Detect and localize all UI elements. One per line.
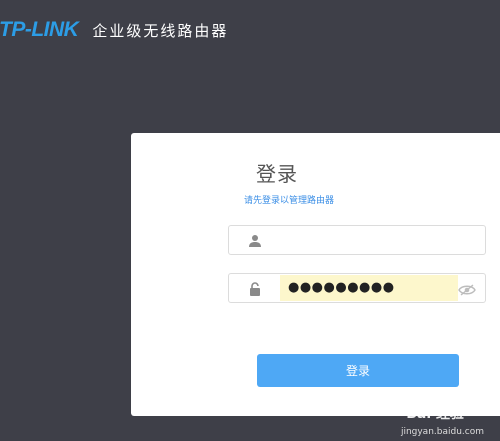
lock-icon	[247, 281, 263, 297]
router-login-page: TP-LINK 企业级无线路由器 登录 请先登录以管理路由器 ●●●●●●●●●	[0, 0, 500, 441]
password-value: ●●●●●●●●●	[288, 280, 395, 295]
eye-slash-icon[interactable]	[458, 282, 476, 296]
watermark-text: Bai 经验	[406, 406, 464, 422]
username-field[interactable]	[228, 225, 486, 255]
watermark-url: jingyan.baidu.com	[400, 427, 484, 437]
password-autofill: ●●●●●●●●●	[280, 275, 458, 301]
login-button[interactable]: 登录	[257, 354, 459, 387]
password-field[interactable]: ●●●●●●●●●	[228, 273, 486, 303]
user-icon	[247, 233, 263, 249]
brand-subtitle: 企业级无线路由器	[92, 21, 229, 40]
header: TP-LINK 企业级无线路由器	[0, 14, 228, 46]
brand-logo: TP-LINK	[0, 18, 79, 41]
login-subtitle: 请先登录以管理路由器	[243, 196, 334, 206]
login-title: 登录	[256, 162, 298, 186]
